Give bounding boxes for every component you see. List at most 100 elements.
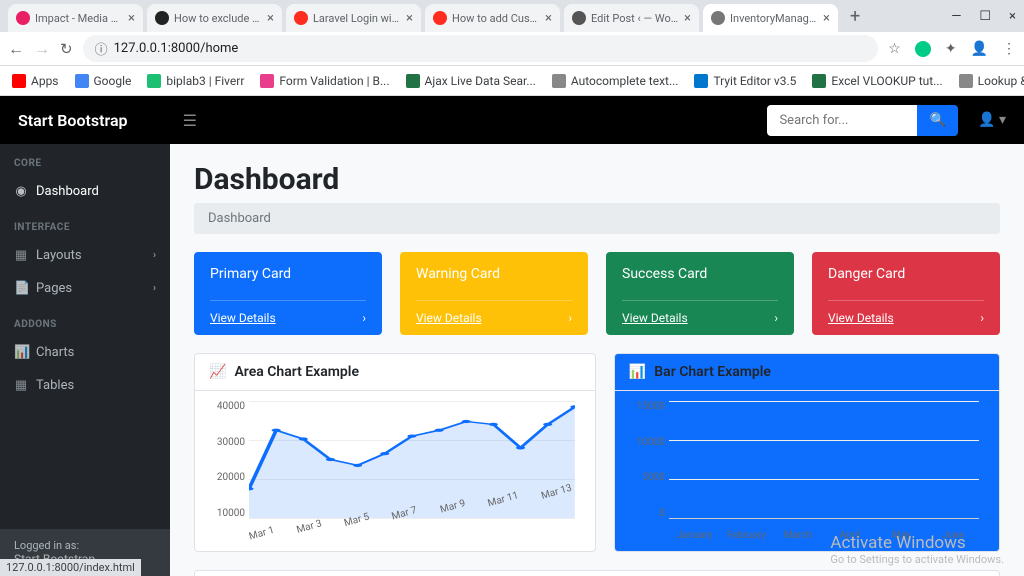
sidebar-item-layouts[interactable]: ▦ Layouts › (0, 239, 170, 272)
sidebar-item-label: Charts (36, 345, 74, 360)
layouts-icon: ▦ (14, 248, 28, 263)
close-icon[interactable]: × (1009, 9, 1016, 24)
watermark-title: Activate Windows (830, 533, 1004, 553)
card-title: Primary Card (210, 266, 366, 282)
card-title: Warning Card (416, 266, 572, 282)
panel-title: Area Chart Example (234, 364, 359, 380)
bookmark-icon (260, 74, 274, 88)
menu-icon[interactable]: ⋮ (1002, 41, 1016, 57)
bookmark-icon (959, 74, 973, 88)
breadcrumb: Dashboard (194, 203, 1000, 234)
bookmark-item[interactable]: Apps (12, 74, 59, 88)
browser-tab[interactable]: Impact - Media Partner × (8, 4, 143, 32)
bookmark-label: Lookup & Referenc... (978, 74, 1024, 88)
area-chart-panel: 📈 Area Chart Example 4000030000200001000… (194, 353, 596, 552)
reload-icon[interactable]: ↻ (60, 40, 73, 58)
logged-in-label: Logged in as: (14, 539, 156, 552)
bookmarks-bar: Apps Google biplab3 | Fiverr Form Validatio… (0, 66, 1024, 96)
close-icon[interactable]: × (128, 11, 135, 26)
bookmark-item[interactable]: Lookup & Referenc... (959, 74, 1024, 88)
url-text: 127.0.0.1:8000/home (114, 41, 239, 56)
profile-icon[interactable]: 👤 (971, 41, 988, 57)
bookmark-icon (552, 74, 566, 88)
sidebar-section-addons: ADDONS (0, 305, 170, 336)
close-icon[interactable]: × (684, 11, 691, 26)
browser-tab[interactable]: Laravel Login with Fac × (286, 4, 421, 32)
extension-icon[interactable] (915, 41, 931, 57)
maximize-icon[interactable]: ☐ (979, 9, 991, 24)
sidebar-item-label: Tables (36, 378, 74, 393)
user-menu[interactable]: 👤 ▾ (978, 112, 1006, 128)
bookmark-label: Autocomplete text... (571, 74, 679, 88)
sidebar-item-charts[interactable]: 📊 Charts (0, 336, 170, 369)
bookmark-item[interactable]: Tryit Editor v3.5 (694, 74, 796, 88)
star-icon[interactable]: ☆ (888, 41, 901, 57)
sidebar-item-label: Dashboard (36, 184, 99, 199)
tables-icon: ▦ (14, 378, 28, 393)
chevron-right-icon: › (362, 311, 366, 325)
browser-tab[interactable]: InventoryManagement × (703, 4, 838, 32)
back-icon[interactable]: ← (8, 39, 24, 59)
forward-icon: → (34, 39, 50, 59)
bookmark-icon (12, 74, 26, 88)
tab-title: Edit Post ‹ — WordPre (591, 12, 679, 25)
sidebar-item-tables[interactable]: ▦ Tables (0, 369, 170, 402)
bookmark-item[interactable]: Excel VLOOKUP tut... (812, 74, 942, 88)
bookmark-item[interactable]: Ajax Live Data Sear... (406, 74, 536, 88)
sidebar-section-interface: INTERFACE (0, 208, 170, 239)
tab-title: How to add Custom D (452, 12, 540, 25)
bookmark-item[interactable]: Autocomplete text... (552, 74, 679, 88)
charts-icon: 📊 (14, 345, 28, 360)
browser-address-bar: ← → ↻ ⓘ 127.0.0.1:8000/home ☆ ✦ 👤 ⋮ (0, 32, 1024, 66)
view-details-link[interactable]: View Details (828, 311, 894, 325)
search-button[interactable]: 🔍 (917, 105, 958, 136)
bookmark-label: Excel VLOOKUP tut... (831, 74, 942, 88)
url-field[interactable]: ⓘ 127.0.0.1:8000/home (83, 35, 879, 62)
hamburger-icon[interactable]: ☰ (183, 111, 197, 130)
sidebar-item-dashboard[interactable]: ◉ Dashboard (0, 175, 170, 208)
summary-card: Success CardView Details› (606, 252, 794, 335)
close-icon[interactable]: × (406, 11, 413, 26)
browser-tab[interactable]: How to exclude Sund× (147, 4, 282, 32)
browser-tab[interactable]: Edit Post ‹ — WordPre × (564, 4, 699, 32)
bar (723, 477, 764, 518)
summary-cards: Primary Card View Details › Warning Card Vie… (194, 252, 1000, 335)
extensions-icon[interactable]: ✦ (945, 41, 957, 57)
info-icon: ⓘ (95, 39, 108, 58)
bar-chart-panel: 📊 Bar Chart Example 150001000050000 Janu… (614, 353, 1000, 552)
search-input[interactable] (767, 105, 917, 136)
search-icon: 🔍 (929, 113, 946, 128)
favicon-icon (433, 11, 447, 25)
chevron-right-icon: › (774, 311, 778, 325)
sidebar-item-label: Layouts (36, 248, 82, 263)
chevron-right-icon: › (980, 311, 984, 325)
bookmark-item[interactable]: Google (75, 74, 132, 88)
view-details-link[interactable]: View Details (622, 311, 688, 325)
sidebar: CORE ◉ Dashboard INTERFACE ▦ Layouts › 📄… (0, 144, 170, 576)
bookmark-item[interactable]: Form Validation | B... (260, 74, 389, 88)
summary-card: Danger CardView Details› (812, 252, 1000, 335)
chevron-right-icon: › (153, 250, 156, 261)
minimize-icon[interactable]: — (951, 9, 961, 24)
bookmark-item[interactable]: biplab3 | Fiverr (147, 74, 244, 88)
bookmark-label: biplab3 | Fiverr (166, 74, 244, 88)
view-details-link[interactable]: View Details (210, 311, 276, 325)
close-icon[interactable]: × (823, 11, 830, 26)
view-details-link[interactable]: View Details (416, 311, 482, 325)
bar-chart-icon: 📊 (629, 364, 646, 380)
bar (938, 401, 979, 518)
datatable-panel: ▦ DataTable Example (194, 570, 1000, 576)
panel-title: Bar Chart Example (654, 364, 771, 380)
dashboard-icon: ◉ (14, 184, 28, 199)
sidebar-item-pages[interactable]: 📄 Pages › (0, 272, 170, 305)
summary-card: Warning CardView Details› (400, 252, 588, 335)
tab-title: Impact - Media Partner (35, 12, 123, 25)
tab-title: Laravel Login with Fac (313, 12, 401, 25)
new-tab-button[interactable]: + (842, 6, 868, 27)
tab-title: InventoryManagement (730, 12, 818, 25)
browser-tab[interactable]: How to add Custom D × (425, 4, 560, 32)
close-icon[interactable]: × (545, 11, 552, 26)
close-icon[interactable]: × (267, 11, 274, 26)
bar (669, 485, 710, 518)
app-topbar: Start Bootstrap ☰ 🔍 👤 ▾ (0, 96, 1024, 144)
